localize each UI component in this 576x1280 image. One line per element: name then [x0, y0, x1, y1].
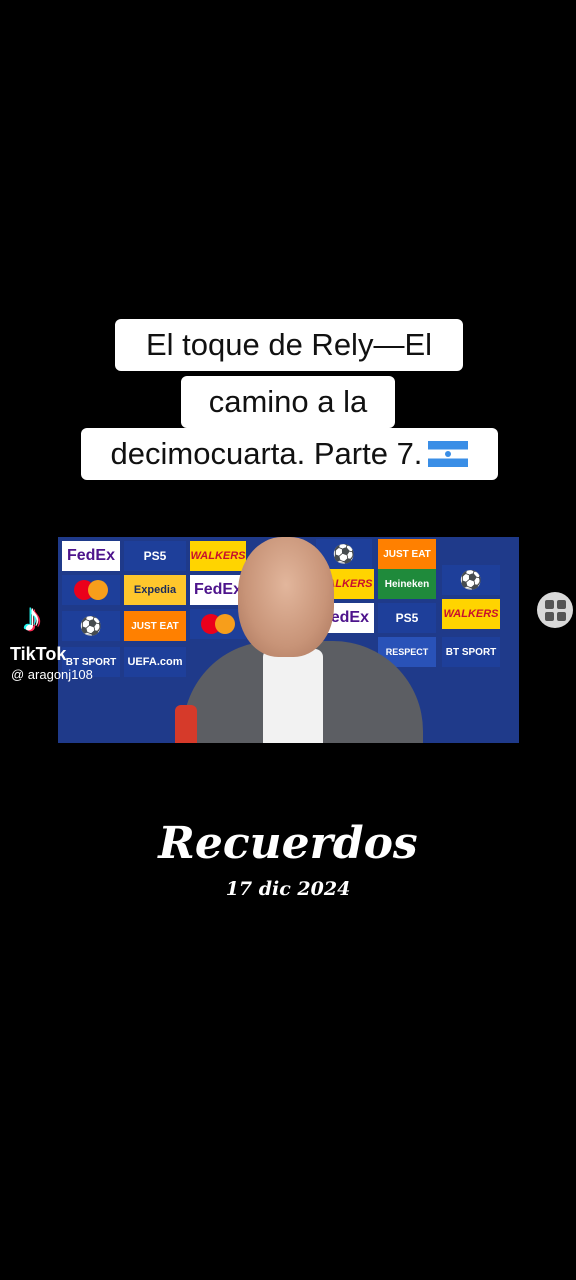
sponsor-bt-sport-2: BT SPORT	[442, 637, 500, 667]
sponsor-fedex: FedEx	[62, 541, 120, 571]
honduras-flag-icon	[428, 440, 469, 467]
sponsor-just-eat-2: JUST EAT	[124, 611, 186, 641]
sponsor-just-eat: JUST EAT	[378, 539, 436, 569]
memories-date: 17 dic 2024	[225, 878, 351, 900]
sponsor-walkers-3: WALKERS	[442, 599, 500, 629]
sponsor-walkers: WALKERS	[190, 541, 246, 571]
video-frame[interactable]: FedEx PS5 WALKERS ⚽ JUST EAT Expedia Fed…	[58, 537, 519, 743]
sponsor-expedia: Expedia	[124, 575, 186, 605]
champions-ball-icon-2: ⚽	[442, 565, 500, 595]
tiktok-logo-icon: ♪	[22, 596, 42, 640]
speaker-shirt	[263, 649, 323, 743]
caption-line-1: El toque de Rely—El	[115, 319, 463, 371]
speaker-head	[238, 537, 334, 657]
caption-line-2: camino a la	[181, 376, 395, 428]
sponsor-heineken: Heineken	[378, 569, 436, 599]
memories-title: Recuerdos	[158, 818, 418, 869]
sponsor-ps5: PS5	[124, 541, 186, 571]
mastercard-logo-icon	[62, 575, 120, 605]
tiktok-username: @ aragonj108	[11, 667, 93, 682]
sponsor-ps5-2: PS5	[378, 603, 436, 633]
caption-line-3: decimocuarta. Parte 7.	[81, 428, 498, 480]
water-bottle	[175, 705, 197, 743]
champions-ball-icon-3: ⚽	[62, 611, 120, 641]
sponsor-uefa: UEFA.com	[124, 647, 186, 677]
tiktok-brand: TikTok	[10, 644, 67, 664]
grid-menu-icon[interactable]	[537, 592, 573, 628]
